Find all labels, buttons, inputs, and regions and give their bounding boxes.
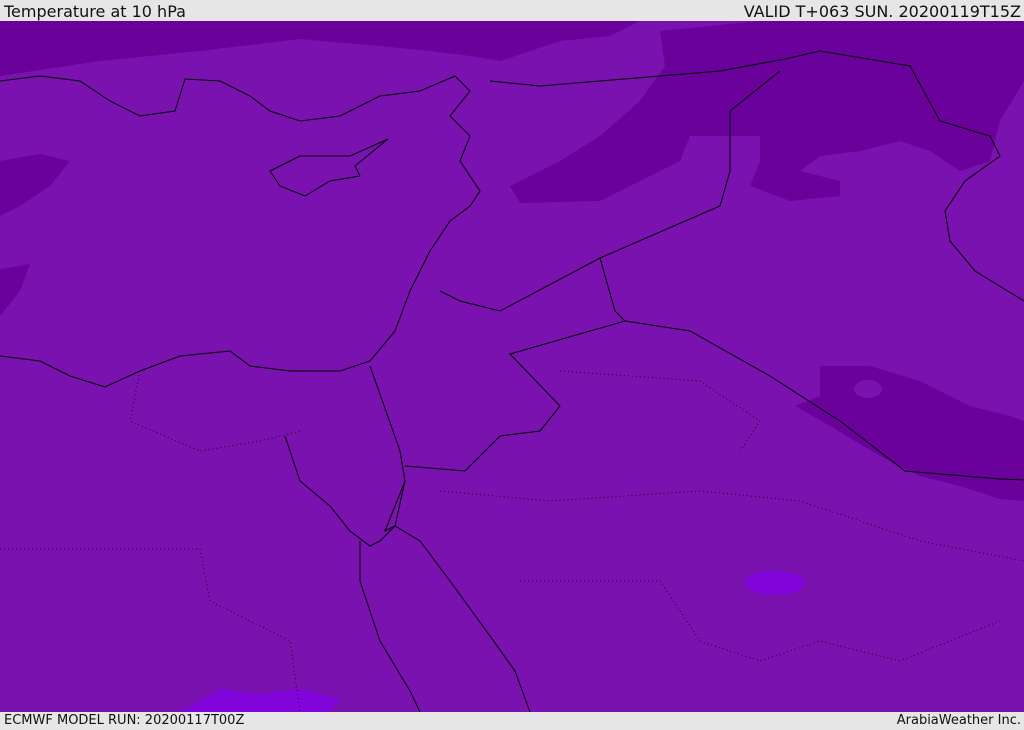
- temperature-map: [0, 21, 1024, 712]
- model-run: ECMWF MODEL RUN: 20200117T00Z: [4, 713, 245, 728]
- header-bar: Temperature at 10 hPa VALID T+063 SUN. 2…: [0, 0, 1024, 21]
- credit: ArabiaWeather Inc.: [896, 713, 1021, 728]
- footer-bar: ECMWF MODEL RUN: 20200117T00Z ArabiaWeat…: [0, 712, 1024, 729]
